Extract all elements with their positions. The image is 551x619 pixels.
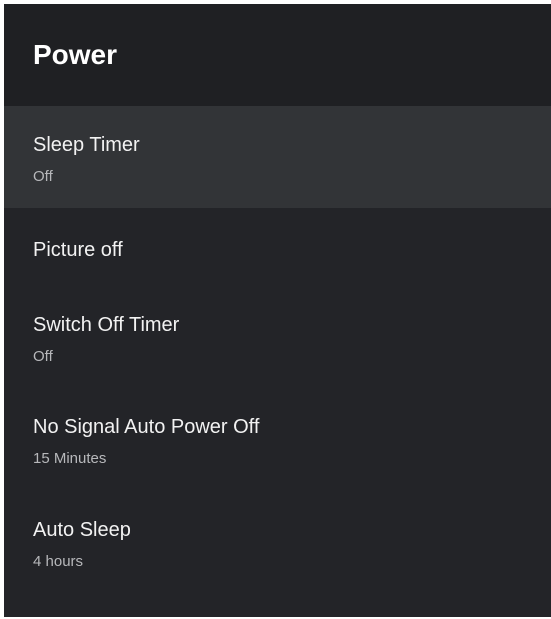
menu-item-title: Sleep Timer xyxy=(33,134,140,156)
menu-item-title: Picture off xyxy=(33,239,123,261)
menu-item-value: 4 hours xyxy=(33,553,84,570)
menu-item-title: Switch Off Timer xyxy=(33,314,180,336)
menu-item-value: Off xyxy=(33,168,53,185)
menu-item-sleep-timer[interactable]: Sleep Timer Off xyxy=(4,106,551,208)
menu-item-no-signal-auto-power-off[interactable]: No Signal Auto Power Off 15 Minutes xyxy=(4,386,551,488)
menu-item-auto-sleep[interactable]: Auto Sleep 4 hours xyxy=(4,488,551,590)
power-settings-panel: Power Sleep Timer Off Picture off Switch… xyxy=(4,4,551,617)
menu-item-value: 15 Minutes xyxy=(33,450,107,467)
menu-item-switch-off-timer[interactable]: Switch Off Timer Off xyxy=(4,286,551,386)
menu-item-picture-off[interactable]: Picture off xyxy=(4,208,551,286)
page-title: Power xyxy=(33,39,118,70)
menu-item-title: No Signal Auto Power Off xyxy=(33,416,260,438)
panel-header: Power xyxy=(4,4,551,106)
menu-item-title: Auto Sleep xyxy=(33,519,131,541)
menu-item-value: Off xyxy=(33,348,53,365)
